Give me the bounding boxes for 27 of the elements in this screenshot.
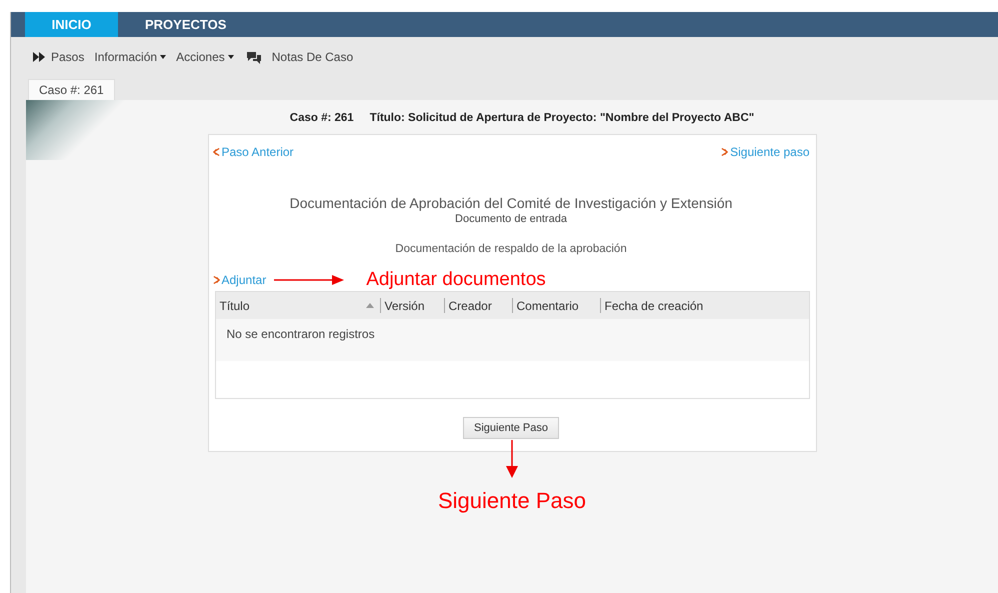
toolbar-item[interactable]: Información: [94, 50, 166, 64]
annotation-text: Siguiente Paso: [438, 488, 586, 514]
column-header[interactable]: Fecha de creación: [600, 298, 808, 313]
next-step-button[interactable]: Siguiente Paso: [463, 417, 559, 439]
chevron-right-icon: [721, 148, 728, 156]
case-number: Caso #: 261: [290, 112, 354, 124]
empty-message: No se encontraron registros: [226, 327, 375, 343]
chat-icon: [246, 50, 262, 64]
chevron-right-icon: [212, 276, 220, 284]
case-title: Título: Solicitud de Apertura de Proyecto: "Nombre del Proyecto ABC": [370, 112, 754, 124]
toolbar-item[interactable]: Notas De Caso: [272, 50, 354, 64]
arrow-annotation: [274, 275, 344, 285]
column-header[interactable]: Versión: [380, 298, 444, 313]
double-arrow-icon: [33, 52, 45, 62]
column-header[interactable]: Título: [216, 298, 380, 313]
case-tab[interactable]: Caso #: 261: [28, 79, 115, 100]
step-heading: Documentación de Aprobación del Comité de Investigación y Extensión: [288, 195, 734, 211]
chevron-left-icon: [212, 148, 220, 156]
toolbar-item[interactable]: Pasos: [51, 50, 84, 64]
step-description: Documentación de respaldo de la aprobación: [394, 243, 628, 255]
arrow-annotation: [505, 440, 519, 478]
column-header[interactable]: Creador: [444, 298, 512, 313]
nav-tab[interactable]: PROYECTOS: [118, 12, 254, 37]
column-header[interactable]: Comentario: [512, 298, 600, 313]
annotation-text: Adjuntar documentos: [366, 269, 546, 291]
step-subheading: Documento de entrada: [454, 213, 568, 225]
toolbar-item[interactable]: Acciones: [176, 50, 234, 64]
